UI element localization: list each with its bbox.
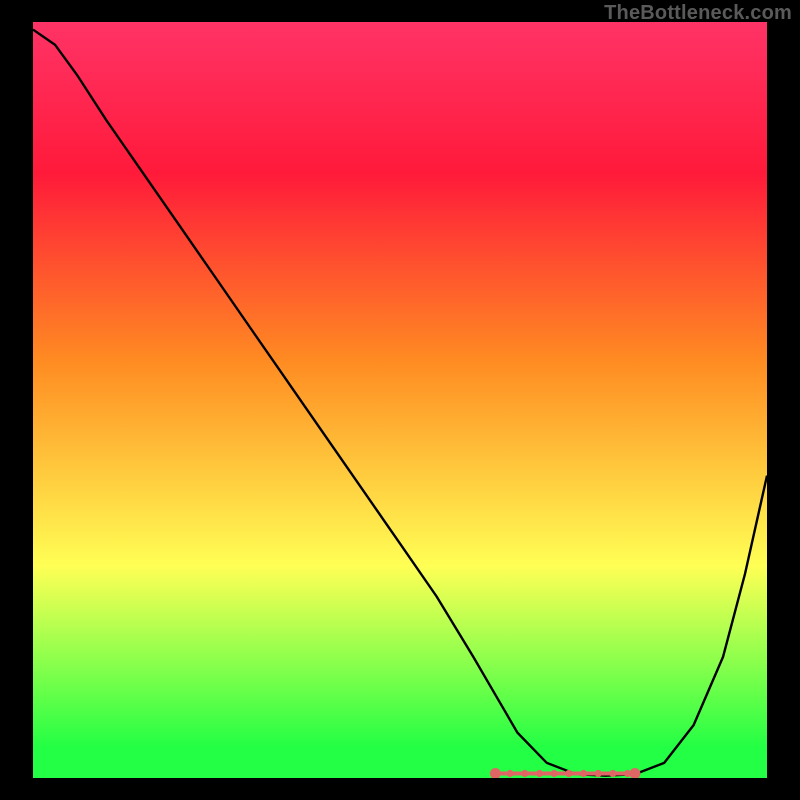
chart-frame: TheBottleneck.com [0, 0, 800, 800]
optimal-marker [580, 770, 587, 777]
optimal-marker [565, 770, 572, 777]
optimal-marker [536, 770, 543, 777]
optimal-marker [507, 770, 514, 777]
watermark-text: TheBottleneck.com [604, 2, 792, 25]
optimal-marker [551, 770, 558, 777]
gradient-background [33, 22, 767, 778]
optimal-marker [609, 770, 616, 777]
chart-svg [33, 22, 767, 778]
optimal-marker [595, 770, 602, 777]
plot-area [33, 22, 767, 778]
optimal-marker [521, 770, 528, 777]
